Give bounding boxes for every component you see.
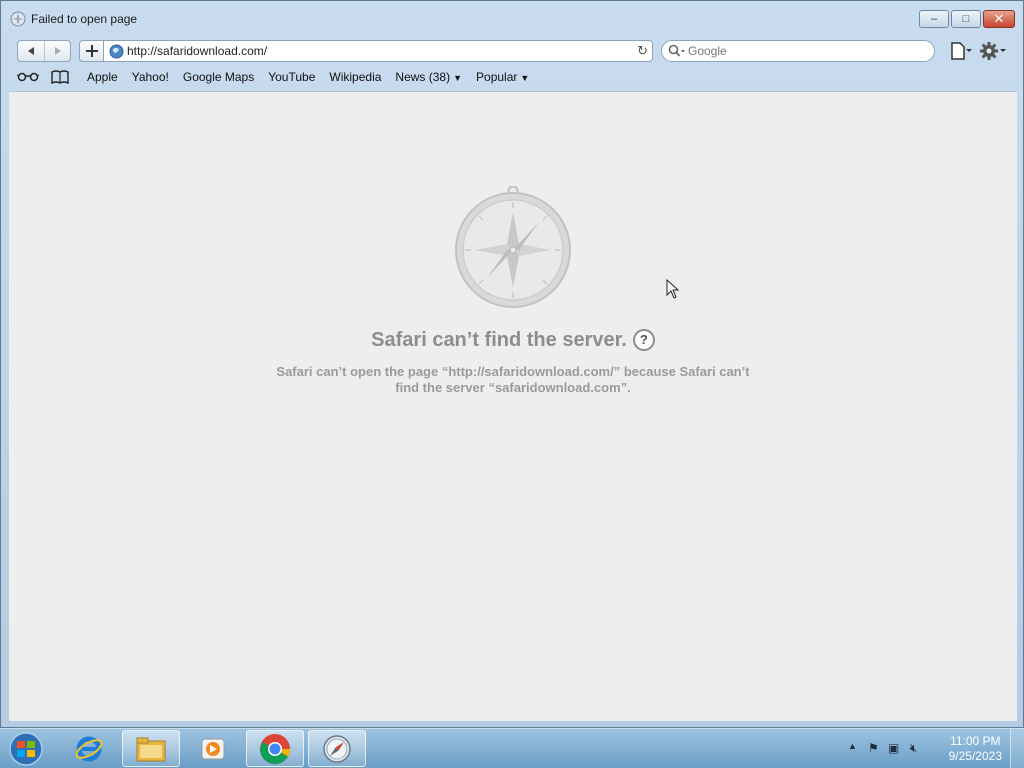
bookmark-apple[interactable]: Apple bbox=[87, 70, 118, 84]
bookmark-wikipedia[interactable]: Wikipedia bbox=[329, 70, 381, 84]
search-bar[interactable] bbox=[661, 40, 935, 62]
safari-compass-icon bbox=[323, 734, 351, 763]
add-bookmark-button[interactable] bbox=[79, 40, 103, 62]
plus-icon bbox=[85, 45, 98, 57]
media-player-icon bbox=[201, 738, 225, 759]
error-title: Safari can’t find the server.? bbox=[9, 329, 1017, 352]
safari-compass-icon bbox=[455, 186, 571, 308]
chrome-icon bbox=[260, 733, 290, 764]
show-desktop-button[interactable] bbox=[1010, 729, 1024, 768]
bookmark-news-menu[interactable]: News (38) ▼ bbox=[395, 70, 462, 84]
error-title-text: Safari can’t find the server. bbox=[371, 329, 627, 351]
page-menu-icon[interactable] bbox=[949, 42, 973, 60]
back-arrow-icon bbox=[28, 47, 34, 55]
search-input[interactable] bbox=[688, 43, 928, 59]
close-button[interactable]: ✕ bbox=[983, 10, 1015, 28]
forward-arrow-icon bbox=[54, 47, 61, 55]
taskbar: ▲ ⚑ ▣ 🔇︎ 11:00 PM 9/25/2023 bbox=[0, 728, 1024, 768]
taskbar-media-player[interactable] bbox=[184, 730, 242, 767]
search-icon bbox=[668, 44, 685, 57]
minimize-icon: – bbox=[930, 13, 938, 25]
nav-buttons bbox=[17, 40, 71, 62]
close-icon: ✕ bbox=[993, 11, 1005, 26]
back-button[interactable] bbox=[18, 41, 44, 61]
reload-icon[interactable]: ↻ bbox=[637, 43, 648, 59]
page-content: Safari can’t find the server.? Safari ca… bbox=[9, 91, 1017, 721]
mouse-pointer-icon bbox=[666, 279, 680, 299]
maximize-button[interactable]: □ bbox=[951, 10, 981, 28]
bookmark-popular-menu[interactable]: Popular ▼ bbox=[476, 70, 529, 84]
minimize-button[interactable]: – bbox=[919, 10, 949, 28]
gear-icon[interactable] bbox=[979, 41, 1007, 61]
bookmark-news-label: News (38) bbox=[395, 70, 451, 84]
address-bar[interactable]: ↻ bbox=[103, 40, 653, 62]
window-controls: – □ ✕ bbox=[917, 10, 1015, 28]
forward-button[interactable] bbox=[44, 41, 70, 61]
show-hidden-icons-icon[interactable]: ▲ bbox=[848, 741, 857, 751]
internet-explorer-icon bbox=[75, 736, 103, 761]
bookmark-google-maps[interactable]: Google Maps bbox=[183, 70, 254, 84]
dropdown-caret-icon: ▼ bbox=[520, 73, 530, 83]
bookmark-youtube[interactable]: YouTube bbox=[268, 70, 315, 84]
maximize-icon: □ bbox=[962, 13, 970, 25]
window-title: Failed to open page bbox=[31, 12, 138, 26]
bookmarks-bar: Apple Yahoo! Google Maps YouTube Wikiped… bbox=[9, 67, 1017, 87]
clock[interactable]: 11:00 PM 9/25/2023 bbox=[949, 734, 1002, 764]
globe-icon bbox=[109, 44, 124, 59]
bookmark-yahoo[interactable]: Yahoo! bbox=[132, 70, 169, 84]
taskbar-safari[interactable] bbox=[308, 730, 366, 767]
error-message: Safari can’t open the page “http://safar… bbox=[276, 364, 750, 395]
url-input[interactable] bbox=[127, 43, 627, 59]
taskbar-chrome[interactable] bbox=[246, 730, 304, 767]
bookmarks-book-icon[interactable] bbox=[47, 68, 73, 86]
dropdown-caret-icon: ▼ bbox=[453, 73, 463, 83]
windows-start-icon[interactable] bbox=[6, 731, 46, 767]
safari-compass-icon bbox=[10, 11, 26, 27]
bookmark-popular-label: Popular bbox=[476, 70, 518, 84]
help-button[interactable]: ? bbox=[632, 329, 655, 351]
taskbar-windows-explorer[interactable] bbox=[122, 730, 180, 767]
folder-icon bbox=[136, 737, 166, 761]
clock-time: 11:00 PM bbox=[950, 734, 1001, 748]
action-center-flag-icon[interactable]: ⚑ bbox=[868, 741, 879, 755]
system-tray: ▲ ⚑ ▣ 🔇︎ 11:00 PM 9/25/2023 bbox=[834, 729, 1024, 768]
volume-muted-icon[interactable]: 🔇︎ bbox=[910, 741, 918, 756]
browser-window: Failed to open page – □ ✕ ↻ bbox=[0, 0, 1024, 728]
clock-date: 9/25/2023 bbox=[948, 749, 1002, 763]
title-bar[interactable]: Failed to open page – □ ✕ bbox=[1, 1, 1023, 37]
toolbar: ↻ bbox=[9, 38, 1017, 66]
reading-list-icon[interactable] bbox=[15, 68, 41, 86]
taskbar-internet-explorer[interactable] bbox=[60, 730, 118, 767]
network-icon[interactable]: ▣ bbox=[888, 741, 899, 755]
